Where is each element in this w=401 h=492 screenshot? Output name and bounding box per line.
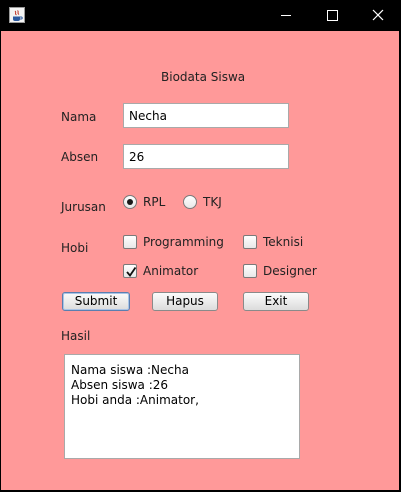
radio-selected-dot (127, 199, 133, 205)
checkbox-teknisi[interactable] (243, 235, 257, 249)
application-window: Biodata Siswa Nama Absen Jurusan RPL TKJ… (0, 0, 401, 492)
minimize-icon (281, 15, 291, 16)
form-panel: Biodata Siswa Nama Absen Jurusan RPL TKJ… (1, 31, 399, 490)
nama-label: Nama (61, 110, 97, 124)
checkbox-designer[interactable] (243, 264, 257, 278)
maximize-icon (327, 10, 338, 21)
form-heading: Biodata Siswa (161, 70, 246, 84)
checkbox-designer-label[interactable]: Designer (263, 264, 317, 278)
radio-rpl-label[interactable]: RPL (143, 195, 165, 209)
jurusan-label: Jurusan (61, 200, 106, 214)
checkbox-animator-label[interactable]: Animator (143, 264, 198, 278)
radio-tkj[interactable] (183, 195, 197, 209)
checkmark-icon (126, 266, 137, 277)
submit-button[interactable]: Submit (62, 292, 130, 311)
hasil-label: Hasil (61, 329, 91, 343)
checkbox-teknisi-label[interactable]: Teknisi (263, 235, 303, 249)
maximize-button[interactable] (309, 0, 355, 31)
close-icon (372, 9, 384, 21)
absen-label: Absen (61, 150, 99, 164)
minimize-button[interactable] (263, 0, 309, 31)
hapus-button[interactable]: Hapus (152, 292, 218, 311)
nama-input[interactable] (123, 103, 289, 128)
title-bar[interactable] (0, 0, 401, 31)
close-button[interactable] (355, 0, 401, 31)
checkbox-programming[interactable] (123, 235, 137, 249)
radio-rpl[interactable] (123, 195, 137, 209)
java-app-icon (9, 7, 25, 23)
checkbox-programming-label[interactable]: Programming (143, 235, 224, 249)
radio-tkj-label[interactable]: TKJ (203, 195, 222, 209)
hasil-textarea[interactable]: Nama siswa :Necha Absen siswa :26 Hobi a… (64, 354, 300, 459)
hobi-label: Hobi (61, 241, 89, 255)
hasil-line: Hobi anda :Animator, (71, 393, 199, 407)
hasil-line: Absen siswa :26 (71, 378, 169, 392)
checkbox-animator[interactable] (123, 264, 137, 278)
exit-button[interactable]: Exit (243, 292, 309, 311)
absen-input[interactable] (123, 144, 289, 169)
hasil-line: Nama siswa :Necha (71, 363, 189, 377)
